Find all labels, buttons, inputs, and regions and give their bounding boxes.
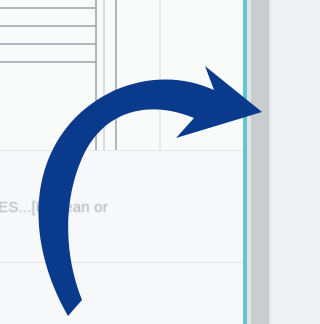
curved-arrow-icon <box>38 66 263 316</box>
